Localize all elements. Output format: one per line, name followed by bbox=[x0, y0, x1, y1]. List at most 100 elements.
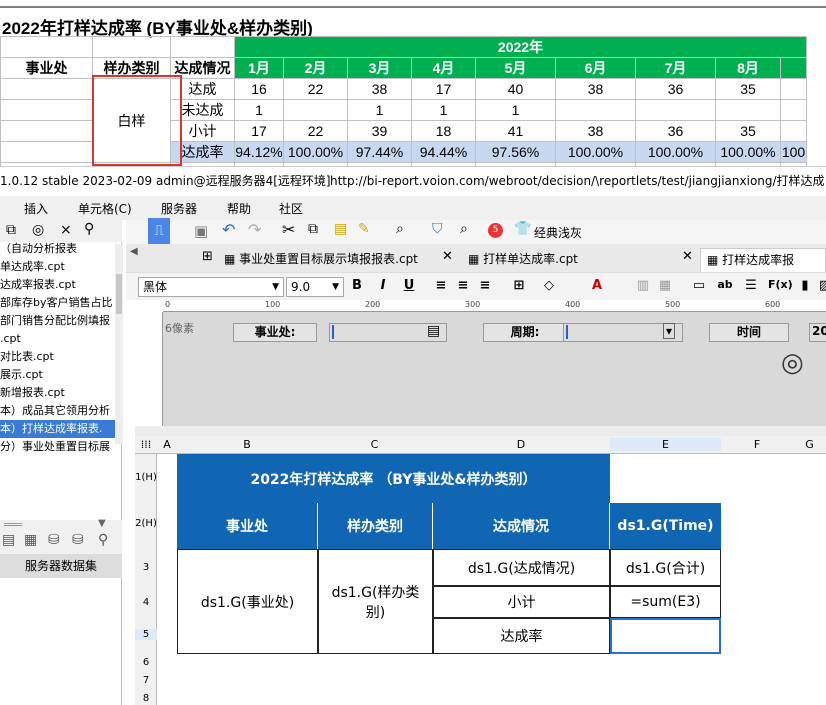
total-cell[interactable]: ds1.G(合计) bbox=[610, 549, 721, 586]
row-5[interactable]: 5 bbox=[135, 629, 157, 640]
header-division-cell[interactable]: 事业处 bbox=[177, 503, 318, 549]
header-status-cell[interactable]: 达成情况 bbox=[433, 503, 610, 549]
dataset-search-icon[interactable]: ⚲ bbox=[98, 532, 108, 548]
row-4[interactable]: 4 bbox=[135, 597, 157, 608]
col-e[interactable]: E bbox=[610, 438, 721, 451]
save-icon[interactable]: ▣ bbox=[194, 222, 208, 240]
col-f[interactable]: F bbox=[721, 438, 793, 451]
row-8[interactable]: 8 bbox=[135, 693, 157, 704]
tree-item[interactable]: .cpt bbox=[0, 330, 120, 348]
copy2-icon[interactable]: ⧉ bbox=[308, 221, 318, 237]
formula-icon[interactable]: F(x) bbox=[768, 278, 793, 291]
row-3[interactable]: 3 bbox=[135, 562, 157, 573]
align-center-icon[interactable]: ≡ bbox=[454, 278, 472, 293]
chart-icon[interactable]: ▮ bbox=[796, 278, 814, 293]
formula-cell[interactable]: =sum(E3) bbox=[610, 586, 721, 618]
header-time-cell[interactable]: ds1.G(Time) bbox=[610, 503, 721, 549]
server-dataset-tab[interactable]: 服务器数据集 bbox=[0, 554, 122, 578]
col-c[interactable]: C bbox=[317, 438, 432, 451]
shield-icon[interactable]: ⛉ bbox=[432, 221, 443, 237]
tree-item[interactable]: 达成率报表.cpt bbox=[0, 276, 120, 294]
cut-icon[interactable]: ✂ bbox=[282, 220, 295, 239]
menu-help[interactable]: 帮助 bbox=[227, 200, 251, 217]
hide-eye-icon[interactable]: ◎ bbox=[781, 348, 804, 378]
insert-row-icon[interactable]: ▭ bbox=[690, 278, 708, 293]
tree-item[interactable]: 分）事业处重置目标展 bbox=[0, 438, 120, 456]
row-7[interactable]: 7 bbox=[135, 675, 157, 686]
redo-icon[interactable]: ↷ bbox=[248, 220, 261, 239]
row-6[interactable]: 6 bbox=[135, 657, 157, 668]
font-family-select[interactable]: 黑体 ▼ bbox=[138, 277, 284, 297]
tree-item[interactable]: 本）成品其它领用分析 bbox=[0, 402, 120, 420]
tab-sample-order-rate[interactable]: ▦ 打样单达成率.cpt bbox=[462, 248, 584, 272]
menu-server[interactable]: 服务器 bbox=[161, 200, 197, 217]
undo-icon[interactable]: ↶ bbox=[222, 220, 235, 239]
copy-icon[interactable]: ⧉ bbox=[6, 222, 16, 238]
scroll-left-icon[interactable]: ◀ bbox=[130, 246, 138, 257]
split-icon[interactable]: ▦ bbox=[656, 278, 674, 293]
text-icon[interactable]: ab bbox=[716, 278, 734, 291]
report-designer-icon[interactable]: ⎍ bbox=[148, 218, 170, 246]
tree-scrollbar[interactable] bbox=[115, 244, 123, 444]
menu-insert[interactable]: 插入 bbox=[24, 200, 48, 217]
shirt-icon[interactable]: 👕 bbox=[514, 221, 531, 237]
bold-button[interactable]: B bbox=[348, 278, 366, 293]
find-icon[interactable]: ⌕ bbox=[396, 221, 404, 237]
row-1[interactable]: 1(H) bbox=[135, 472, 157, 483]
period-dropdown-icon[interactable]: ▾ bbox=[663, 323, 676, 339]
status-cell[interactable]: ds1.G(达成情况) bbox=[433, 549, 610, 586]
paste-icon[interactable]: ▤ bbox=[334, 221, 347, 237]
tab-division-reset[interactable]: ▦ 事业处重置目标展示填报报表.cpt bbox=[218, 248, 424, 272]
underline-button[interactable]: U bbox=[400, 278, 418, 293]
subtotal-cell[interactable]: 小计 bbox=[433, 586, 610, 618]
design-title-cell[interactable]: 2022年打样达成率 （BY事业处&样办类别） bbox=[177, 454, 610, 503]
fill-color-icon[interactable]: ◇ bbox=[540, 278, 558, 293]
col-d[interactable]: D bbox=[432, 438, 610, 451]
tree-item[interactable]: 部门销售分配比例填报 bbox=[0, 312, 120, 330]
tree-item[interactable]: 单达成率.cpt bbox=[0, 258, 120, 276]
tree-item[interactable]: 展示.cpt bbox=[0, 366, 120, 384]
close-icon[interactable]: ✕ bbox=[442, 249, 453, 264]
font-color-icon[interactable]: A bbox=[588, 278, 606, 293]
division-cell[interactable]: ds1.G(事业处) bbox=[177, 549, 318, 654]
dataset-preview-icon[interactable]: ▦ bbox=[24, 532, 37, 548]
header-category-cell[interactable]: 样办类别 bbox=[318, 503, 433, 549]
classic-gray-theme[interactable]: 经典浅灰 bbox=[534, 224, 582, 241]
font-size-select[interactable]: 9.0 ▼ bbox=[286, 277, 344, 297]
menu-community[interactable]: 社区 bbox=[279, 200, 303, 217]
tab-sample-rate-report[interactable]: ▦ 打样达成率报表.cp bbox=[700, 248, 826, 289]
database-add-icon[interactable]: ⛁ bbox=[72, 532, 84, 548]
parameter-panel[interactable]: 6像素 事业处: ▤ 周期: ▾ 时间 20 ◎ bbox=[163, 312, 826, 426]
col-b[interactable]: B bbox=[177, 438, 317, 451]
italic-button[interactable]: I bbox=[374, 278, 392, 293]
format-painter-icon[interactable]: ✎ bbox=[358, 221, 370, 237]
select-all-icon[interactable]: ⁞⁞⁞ bbox=[135, 438, 157, 451]
tab-list-icon[interactable]: ⊞ bbox=[202, 249, 213, 264]
tree-item[interactable]: 本）打样达成率报表. bbox=[0, 420, 120, 438]
selected-cell[interactable] bbox=[610, 618, 721, 654]
search-icon[interactable]: ⚲ bbox=[84, 221, 94, 237]
align-left-icon[interactable]: ≡ bbox=[432, 278, 450, 293]
menu-cell[interactable]: 单元格(C) bbox=[78, 200, 132, 217]
tree-item[interactable]: （自动分析报表 bbox=[0, 240, 120, 258]
collapse-icon[interactable]: ⨯ bbox=[60, 222, 72, 238]
col-g[interactable]: G bbox=[793, 438, 826, 451]
database-icon[interactable]: ⛁ bbox=[48, 532, 60, 548]
border-icon[interactable]: ⊞ bbox=[510, 278, 528, 293]
row-2[interactable]: 2(H) bbox=[135, 518, 157, 529]
splitter-handle[interactable]: ═══ bbox=[4, 520, 22, 531]
preview-zoom-icon[interactable]: ⌕ bbox=[460, 221, 468, 237]
tree-item[interactable]: 对比表.cpt bbox=[0, 348, 120, 366]
time-input[interactable]: 20 bbox=[809, 323, 826, 342]
tree-item[interactable]: 新增报表.cpt bbox=[0, 384, 120, 402]
image-icon[interactable]: ▨ bbox=[816, 278, 826, 293]
division-dropdown-icon[interactable]: ▤ bbox=[427, 323, 440, 339]
dataset-edit-icon[interactable]: ▤ bbox=[2, 532, 15, 548]
locate-icon[interactable]: ◎ bbox=[32, 222, 44, 238]
collapse-down-icon[interactable]: ▼ bbox=[98, 518, 106, 529]
rate-cell[interactable]: 达成率 bbox=[433, 618, 610, 654]
col-a[interactable]: A bbox=[157, 438, 177, 451]
close-icon[interactable]: ✕ bbox=[682, 249, 693, 264]
category-cell[interactable]: ds1.G(样办类别) bbox=[318, 549, 433, 654]
notification-badge[interactable]: 5 bbox=[488, 223, 503, 238]
